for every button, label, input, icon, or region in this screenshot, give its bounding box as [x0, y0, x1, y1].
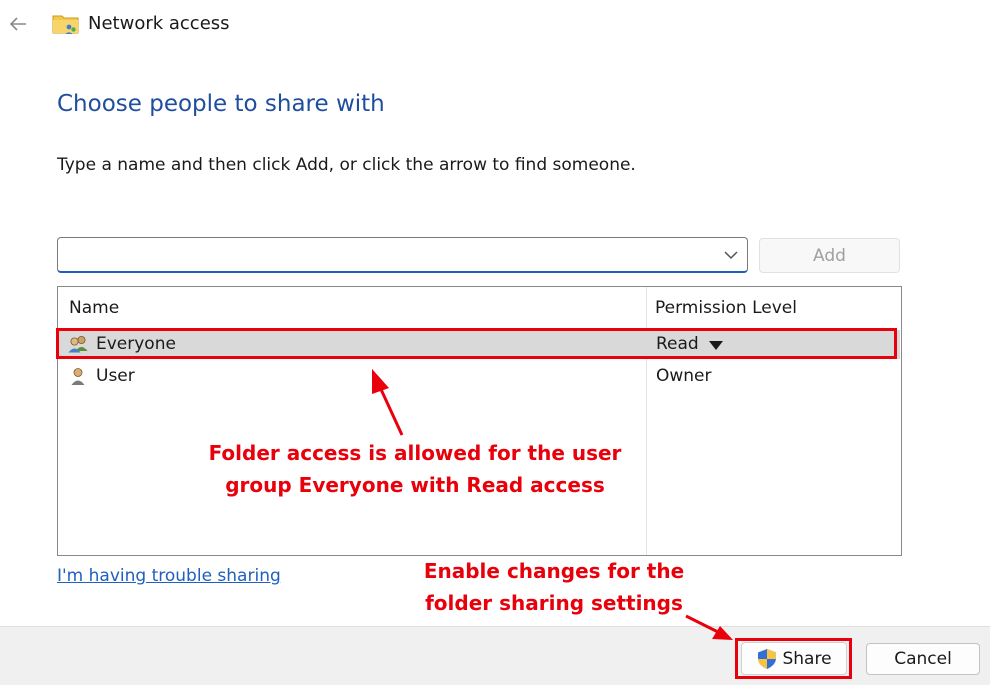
list-annotation: Folder access is allowed for the user gr… — [200, 437, 630, 501]
add-button[interactable]: Add — [759, 238, 900, 273]
share-annotation: Enable changes for the folder sharing se… — [400, 555, 708, 619]
instruction-text: Type a name and then click Add, or click… — [57, 155, 636, 175]
annotation-line: group Everyone with Read access — [225, 473, 605, 497]
share-list: Name Permission Level Everyone Read User… — [57, 286, 902, 556]
list-row-user[interactable]: User Owner — [59, 362, 900, 391]
cancel-button[interactable]: Cancel — [866, 643, 980, 675]
page-heading: Choose people to share with — [57, 91, 385, 117]
back-button[interactable] — [4, 10, 32, 38]
network-access-window: Network access Choose people to share wi… — [0, 0, 990, 685]
chevron-down-icon — [724, 250, 738, 259]
row-permission: Owner — [656, 366, 712, 386]
window-title: Network access — [88, 13, 230, 34]
annotation-line: folder sharing settings — [425, 591, 683, 615]
title-bar: Network access — [0, 0, 990, 48]
trouble-sharing-link[interactable]: I'm having trouble sharing — [57, 566, 281, 586]
column-header-permission[interactable]: Permission Level — [655, 298, 797, 318]
everyone-row-highlight — [56, 328, 897, 359]
dropdown-arrow-button[interactable] — [723, 248, 739, 262]
user-icon — [71, 368, 85, 385]
annotation-line: Folder access is allowed for the user — [208, 441, 622, 465]
column-header-name[interactable]: Name — [69, 298, 119, 318]
row-name: User — [96, 366, 135, 386]
back-arrow-icon — [9, 17, 26, 31]
annotation-line: Enable changes for the — [423, 559, 685, 583]
name-combo-box[interactable] — [57, 237, 748, 273]
share-button-highlight — [735, 638, 852, 679]
shared-folder-icon — [52, 15, 79, 34]
name-input[interactable] — [66, 242, 706, 268]
